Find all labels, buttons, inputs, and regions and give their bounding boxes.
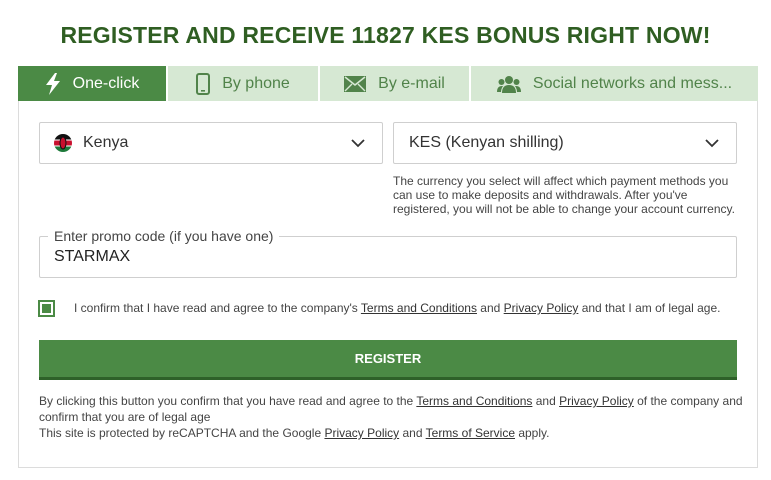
footnote-text: and [532, 394, 560, 408]
kenya-flag-icon [54, 134, 72, 152]
footnote-line-2: This site is protected by reCAPTCHA and … [39, 425, 749, 441]
tab-label: One-click [72, 74, 140, 92]
agree-checkbox[interactable] [38, 300, 55, 317]
country-select[interactable]: Kenya [39, 122, 383, 164]
tab-label: By phone [222, 74, 290, 92]
agree-text-part: I confirm that I have read and agree to … [74, 301, 361, 315]
country-value: Kenya [83, 134, 129, 151]
tab-label: Social networks and mess... [532, 74, 733, 92]
agree-text: I confirm that I have read and agree to … [74, 301, 720, 315]
terms-of-service-link[interactable]: Terms of Service [426, 426, 515, 440]
registration-tabs: One-click By phone By e-mail Social netw… [18, 66, 758, 101]
page-title: REGISTER AND RECEIVE 11827 KES BONUS RIG… [60, 22, 711, 48]
envelope-icon [344, 75, 367, 92]
terms-link[interactable]: Terms and Conditions [361, 301, 477, 315]
legal-footnote: By clicking this button you confirm that… [39, 393, 749, 441]
footnote-text: This site is protected by reCAPTCHA and … [39, 426, 325, 440]
tab-by-phone[interactable]: By phone [168, 66, 320, 101]
checkbox-checked-mark [42, 304, 51, 313]
tab-social-networks[interactable]: Social networks and mess... [471, 66, 758, 101]
terms-link[interactable]: Terms and Conditions [416, 394, 532, 408]
footnote-line-1: By clicking this button you confirm that… [39, 393, 749, 425]
agree-text-part: and that I am of legal age. [578, 301, 721, 315]
tab-label: By e-mail [378, 74, 445, 92]
promo-code-input[interactable] [54, 246, 714, 268]
people-icon [496, 75, 521, 93]
footnote-text: and [399, 426, 426, 440]
footnote-text: By clicking this button you confirm that… [39, 394, 417, 408]
footnote-text: apply. [515, 426, 550, 440]
promo-code-label: Enter promo code (if you have one) [48, 228, 280, 244]
chevron-down-icon [700, 138, 724, 148]
tab-by-email[interactable]: By e-mail [320, 66, 471, 101]
phone-icon [196, 72, 211, 95]
currency-hint: The currency you select will affect whic… [393, 174, 735, 216]
tab-one-click[interactable]: One-click [18, 66, 168, 101]
privacy-link[interactable]: Privacy Policy [504, 301, 579, 315]
register-button[interactable]: REGISTER [39, 340, 737, 380]
chevron-down-icon [346, 138, 370, 148]
privacy-link[interactable]: Privacy Policy [559, 394, 634, 408]
google-privacy-link[interactable]: Privacy Policy [324, 426, 399, 440]
lightning-icon [45, 72, 61, 95]
currency-value: KES (Kenyan shilling) [409, 134, 564, 151]
agree-text-part: and [476, 301, 504, 315]
currency-select[interactable]: KES (Kenyan shilling) [393, 122, 737, 164]
